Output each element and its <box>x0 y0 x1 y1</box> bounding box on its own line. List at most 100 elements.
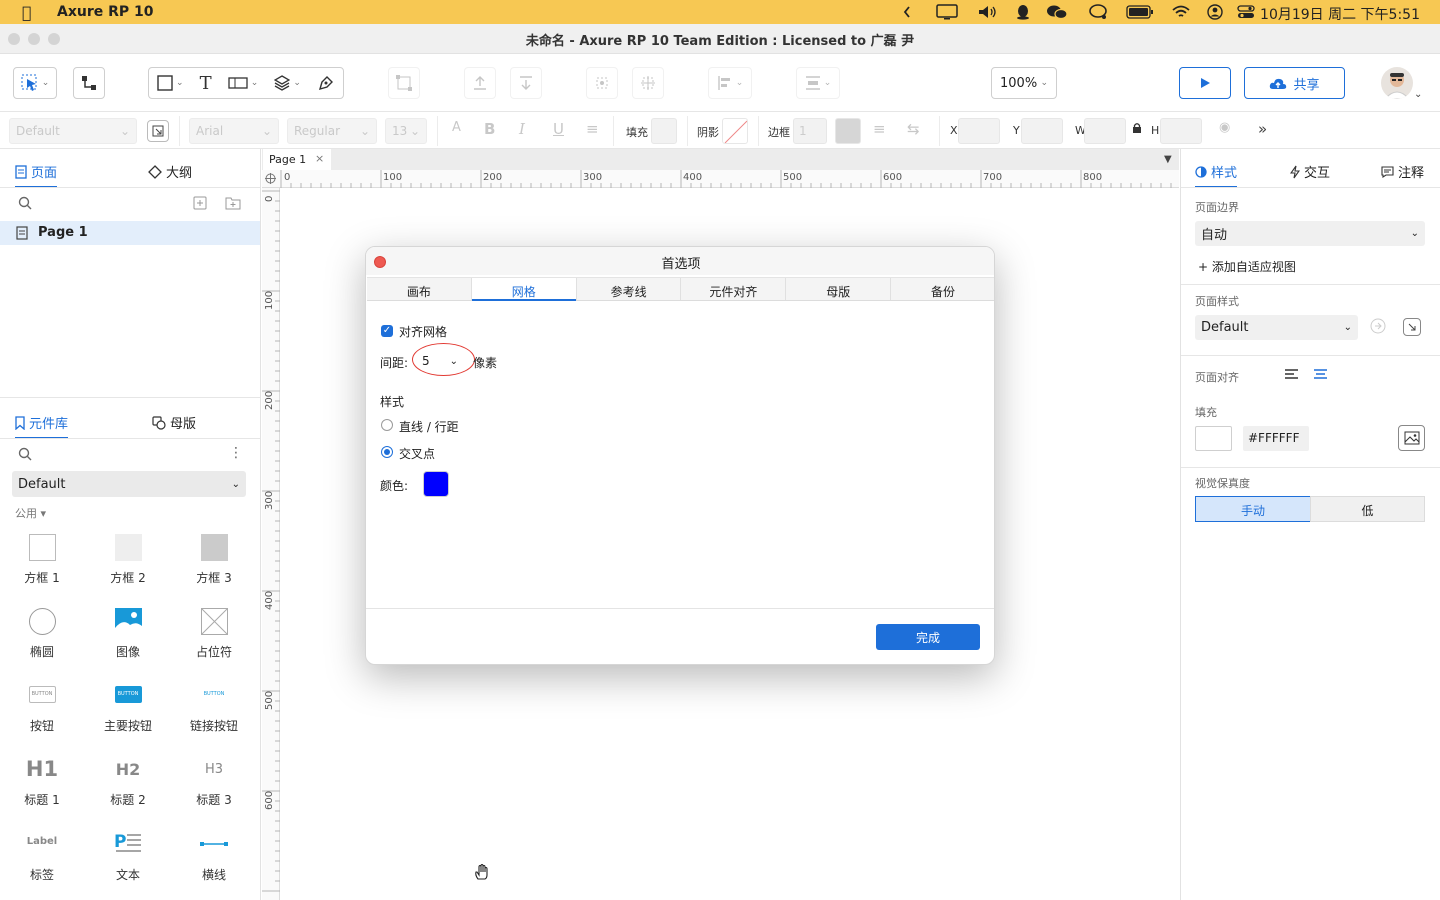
share-button[interactable]: 共享 <box>1244 67 1345 99</box>
tab-outline[interactable]: 大纲 <box>148 162 192 181</box>
connector-button[interactable] <box>73 67 105 99</box>
tab-grid[interactable]: 网格 <box>471 278 577 301</box>
category-label[interactable]: 公用 ▾ <box>15 505 46 521</box>
send-back-button[interactable] <box>510 67 542 99</box>
align-center-page-icon[interactable] <box>1313 368 1328 380</box>
shadow-swatch[interactable] <box>722 118 748 144</box>
tab-interactions[interactable]: 交互 <box>1290 162 1330 181</box>
close-tab-icon[interactable]: × <box>315 152 324 165</box>
page-dimensions-select[interactable]: 自动 ⌄ <box>1195 221 1425 246</box>
line-style-icon[interactable]: ≡ <box>873 120 886 138</box>
search-icon[interactable] <box>18 196 32 210</box>
add-folder-icon[interactable] <box>225 196 241 210</box>
fidelity-low-button[interactable]: 低 <box>1310 496 1425 522</box>
align-left-page-icon[interactable] <box>1284 368 1299 380</box>
control-center-icon[interactable] <box>1236 3 1256 21</box>
library-select[interactable]: Default ⌄ <box>12 471 246 497</box>
tab-library[interactable]: 元件库 <box>15 413 69 439</box>
underline-icon[interactable]: U <box>553 120 564 138</box>
tab-backup[interactable]: 备份 <box>891 278 994 300</box>
group-button[interactable] <box>388 67 420 99</box>
volume-icon[interactable] <box>977 3 999 21</box>
layers-tool-button[interactable]: ⌄ <box>274 75 301 91</box>
border-color-swatch[interactable] <box>835 118 861 144</box>
user-icon[interactable] <box>1205 3 1225 21</box>
tab-canvas[interactable]: 画布 <box>367 278 472 300</box>
x-input[interactable] <box>958 118 1000 144</box>
preview-button[interactable] <box>1179 67 1231 99</box>
lock-icon[interactable] <box>1132 122 1142 134</box>
h-input[interactable] <box>1160 118 1202 144</box>
widget-box1[interactable]: 方框 1 <box>7 534 77 585</box>
double-chevron-right-icon[interactable]: » <box>1258 120 1267 138</box>
widget-label-item[interactable]: Label 标签 <box>7 836 77 882</box>
distribute-v-button[interactable]: ⌄ <box>796 67 840 99</box>
widget-button[interactable]: BUTTON 按钮 <box>7 686 77 733</box>
page-style-manager-button[interactable] <box>1403 318 1421 336</box>
ruler-origin-icon[interactable] <box>265 173 276 184</box>
library-search-icon[interactable] <box>18 447 32 461</box>
widget-link-button[interactable]: BUTTON 链接按钮 <box>179 686 249 733</box>
pen-tool-button[interactable] <box>317 74 335 92</box>
w-input[interactable] <box>1084 118 1126 144</box>
tab-style[interactable]: 样式 <box>1195 162 1238 188</box>
arrow-style-icon[interactable]: ⇆ <box>907 120 920 138</box>
widget-primary-button[interactable]: BUTTON 主要按钮 <box>93 686 163 733</box>
page-fill-swatch[interactable] <box>1195 426 1232 451</box>
style-select[interactable]: Default ⌄ <box>9 118 137 144</box>
page-fill-hex-input[interactable]: #FFFFFF <box>1243 426 1309 451</box>
list-icon[interactable]: ≡ <box>586 120 599 138</box>
tab-masters[interactable]: 母版 <box>152 413 196 432</box>
style-manager-button[interactable] <box>147 120 169 142</box>
tab-notes[interactable]: 注释 <box>1381 162 1424 181</box>
rectangle-tool-button[interactable]: ⌄ <box>157 75 184 91</box>
app-menu-name[interactable]: Axure RP 10 <box>57 4 154 20</box>
snap-to-grid-checkbox[interactable]: ✓ <box>381 325 393 337</box>
align-button[interactable] <box>586 67 618 99</box>
dialog-close-button[interactable] <box>374 256 386 268</box>
menubar-clock[interactable]: 10月19日 周二 下午5:51 <box>1260 4 1420 24</box>
apply-style-icon[interactable] <box>1370 318 1386 334</box>
widget-hline[interactable]: 横线 <box>179 836 249 882</box>
bring-front-button[interactable] <box>464 67 496 99</box>
widget-heading2[interactable]: H2 标题 2 <box>93 757 163 807</box>
qq-icon[interactable] <box>1014 3 1032 21</box>
add-adaptive-view-link[interactable]: + 添加自适应视图 <box>1198 258 1296 275</box>
style-lines-radio[interactable] <box>381 419 393 431</box>
widget-placeholder[interactable]: 占位符 <box>179 608 249 659</box>
grid-color-swatch[interactable] <box>423 471 449 497</box>
border-width-input[interactable]: 1 <box>793 118 827 144</box>
page-list-item[interactable]: Page 1 <box>0 221 260 245</box>
zoom-select[interactable]: 100% ⌄ <box>991 67 1057 99</box>
widget-image[interactable]: 图像 <box>93 608 163 659</box>
tab-list-dropdown-icon[interactable]: ▼ <box>1164 154 1172 165</box>
tab-masters[interactable]: 母版 <box>786 278 892 300</box>
style-intersections-radio[interactable] <box>381 446 393 458</box>
hotspot-tool-button[interactable]: ⌄ <box>228 76 258 90</box>
fidelity-manual-button[interactable]: 手动 <box>1195 496 1311 522</box>
apple-icon[interactable]:  <box>22 3 32 22</box>
font-color-icon[interactable]: A <box>452 120 461 135</box>
text-tool-button[interactable]: T <box>200 73 212 94</box>
widget-box3[interactable]: 方框 3 <box>179 534 249 585</box>
chevron-left-icon[interactable] <box>900 3 914 21</box>
bold-icon[interactable]: B <box>484 120 495 138</box>
widget-text[interactable]: P 文本 <box>93 832 163 882</box>
fill-color-swatch[interactable] <box>651 118 677 144</box>
tab-page1[interactable]: Page 1 × <box>263 149 331 170</box>
account-chevron-icon[interactable]: ⌄ <box>1414 89 1422 100</box>
widget-ellipse[interactable]: 椭圆 <box>7 608 77 659</box>
tab-pages[interactable]: 页面 <box>15 162 58 188</box>
tab-widget-snapping[interactable]: 元件对齐 <box>681 278 787 300</box>
distribute-button[interactable] <box>632 67 664 99</box>
wifi-icon[interactable] <box>1170 3 1192 21</box>
page-style-select[interactable]: Default ⌄ <box>1195 315 1358 340</box>
font-family-select[interactable]: Arial ⌄ <box>189 118 279 144</box>
done-button[interactable]: 完成 <box>876 624 980 650</box>
add-page-icon[interactable] <box>193 196 207 210</box>
chat-icon[interactable] <box>1087 3 1111 21</box>
y-input[interactable] <box>1021 118 1063 144</box>
wechat-icon[interactable] <box>1045 3 1069 21</box>
select-mode-button[interactable]: ⌄ <box>13 67 57 99</box>
display-icon[interactable] <box>935 3 959 21</box>
